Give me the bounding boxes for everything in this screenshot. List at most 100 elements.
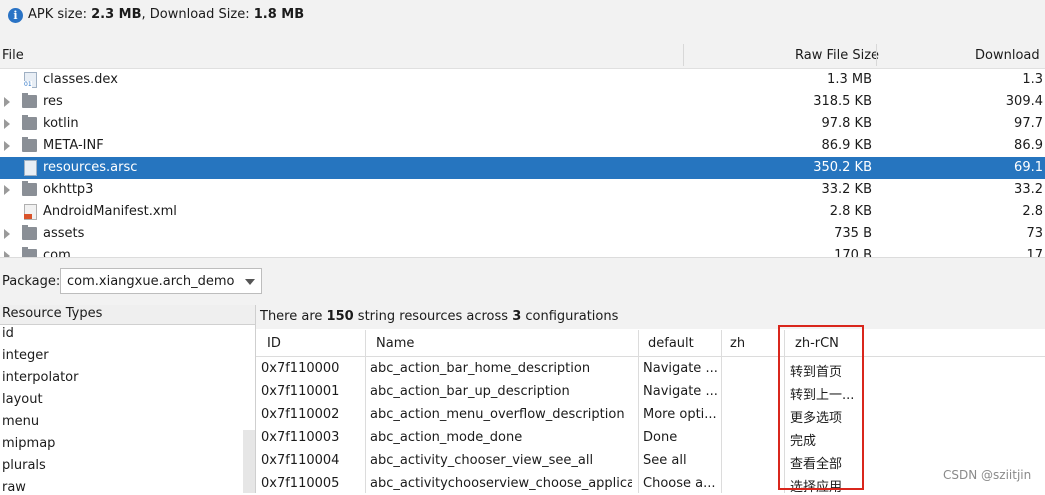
apk-size-label: APK size: — [28, 7, 92, 22]
table-row[interactable]: 0x7f110002 abc_action_menu_overflow_descr… — [256, 403, 1045, 426]
column-divider[interactable] — [683, 44, 684, 66]
file-name: META-INF — [43, 138, 104, 153]
dex-file-icon — [24, 72, 37, 88]
string-id: 0x7f110005 — [261, 476, 340, 491]
file-tree-row[interactable]: kotlin 97.8 KB 97.7 — [0, 113, 1045, 135]
raw-file-size: 170 B — [834, 248, 872, 257]
expand-arrow-icon[interactable] — [4, 141, 10, 151]
table-row[interactable]: 0x7f110005 abc_activitychooserview_choose… — [256, 472, 1045, 495]
resource-type-item[interactable]: menu — [2, 414, 39, 429]
string-name: abc_activity_chooser_view_see_all — [370, 453, 594, 468]
raw-file-size: 735 B — [834, 226, 872, 241]
column-header-zh[interactable]: zh — [730, 336, 745, 351]
info-icon: i — [8, 8, 23, 23]
expand-arrow-icon[interactable] — [4, 185, 10, 195]
resource-type-item[interactable]: mipmap — [2, 436, 55, 451]
package-dropdown-value[interactable]: com.xiangxue.arch_demo — [67, 274, 235, 289]
file-name: com — [43, 248, 71, 257]
folder-icon — [22, 181, 37, 196]
file-name: assets — [43, 226, 85, 241]
column-header-download[interactable]: Download — [975, 48, 1040, 63]
column-header-file[interactable]: File — [2, 48, 24, 63]
download-size-value: 1.8 MB — [253, 7, 305, 22]
file-name: okhttp3 — [43, 182, 94, 197]
string-resources-summary: There are 150 string resources across 3 … — [260, 309, 618, 324]
resource-type-item[interactable]: plurals — [2, 458, 46, 473]
scrollbar[interactable] — [243, 430, 255, 493]
apk-size-summary: APK size: 2.3 MB, Download Size: 1.8 MB — [28, 7, 304, 22]
folder-icon — [22, 225, 37, 240]
table-row[interactable]: 0x7f110001 abc_action_bar_up_description N… — [256, 380, 1045, 403]
string-id: 0x7f110004 — [261, 453, 340, 468]
download-size: 33.2 — [1014, 182, 1043, 197]
file-tree-row[interactable]: okhttp3 33.2 KB 33.2 — [0, 179, 1045, 201]
download-size: 17 — [1026, 248, 1043, 257]
file-tree-row[interactable]: res 318.5 KB 309.4 — [0, 91, 1045, 113]
string-name: abc_action_bar_up_description — [370, 384, 570, 399]
raw-file-size: 97.8 KB — [821, 116, 872, 131]
summary-text: There are — [260, 309, 327, 324]
download-size-label: , Download Size: — [141, 7, 254, 22]
expand-arrow-icon[interactable] — [4, 97, 10, 107]
table-row[interactable]: 0x7f110000 abc_action_bar_home_descriptio… — [256, 357, 1045, 380]
package-label: Package: — [2, 274, 61, 289]
file-name: AndroidManifest.xml — [43, 204, 177, 219]
file-tree-row[interactable]: resources.arsc 350.2 KB 69.1 — [0, 157, 1045, 179]
highlight-box — [778, 325, 864, 490]
file-tree: classes.dex 1.3 MB 1.3 res 318.5 KB 309.4 kotl… — [0, 69, 1045, 257]
configuration-count: 3 — [512, 309, 522, 324]
resource-type-item[interactable]: layout — [2, 392, 43, 407]
column-header-raw-file-size[interactable]: Raw File Size — [795, 48, 879, 63]
download-size: 2.8 — [1022, 204, 1043, 219]
expand-arrow-icon[interactable] — [4, 119, 10, 129]
column-header-id[interactable]: ID — [267, 336, 281, 351]
string-id: 0x7f110001 — [261, 384, 340, 399]
folder-icon — [22, 247, 37, 257]
download-size: 69.1 — [1014, 160, 1043, 175]
default-value: Choose a... — [643, 476, 716, 491]
table-row[interactable]: 0x7f110004 abc_activity_chooser_view_see_… — [256, 449, 1045, 472]
file-tree-row[interactable]: classes.dex 1.3 MB 1.3 — [0, 69, 1045, 91]
column-header-name[interactable]: Name — [376, 336, 414, 351]
raw-file-size: 318.5 KB — [813, 94, 872, 109]
file-tree-row[interactable]: AndroidManifest.xml 2.8 KB 2.8 — [0, 201, 1045, 223]
summary-text: configurations — [521, 309, 619, 324]
default-value: See all — [643, 453, 687, 468]
download-size: 97.7 — [1014, 116, 1043, 131]
column-header-default[interactable]: default — [648, 336, 694, 351]
file-icon — [24, 160, 37, 176]
file-tree-row[interactable]: assets 735 B 73 — [0, 223, 1045, 245]
file-name: kotlin — [43, 116, 79, 131]
resource-type-item[interactable]: interpolator — [2, 370, 78, 385]
download-size: 86.9 — [1014, 138, 1043, 153]
folder-icon — [22, 93, 37, 108]
file-tree-header — [0, 42, 1045, 69]
chevron-down-icon[interactable] — [245, 279, 255, 285]
file-name: classes.dex — [43, 72, 118, 87]
folder-icon — [22, 115, 37, 130]
resource-type-item[interactable]: integer — [2, 348, 49, 363]
table-row[interactable]: 0x7f110003 abc_action_mode_done Done 完成 — [256, 426, 1045, 449]
string-id: 0x7f110003 — [261, 430, 340, 445]
summary-text: string resources across — [353, 309, 513, 324]
download-size: 1.3 — [1022, 72, 1043, 87]
resource-types-title: Resource Types — [2, 306, 103, 321]
default-value: Done — [643, 430, 678, 445]
file-tree-row[interactable]: META-INF 86.9 KB 86.9 — [0, 135, 1045, 157]
string-name: abc_action_menu_overflow_description — [370, 407, 625, 422]
file-tree-row[interactable]: com 170 B 17 — [0, 245, 1045, 257]
string-name: abc_activitychooserview_choose_applica..… — [370, 476, 632, 491]
resource-count: 150 — [326, 309, 354, 324]
raw-file-size: 1.3 MB — [827, 72, 872, 87]
resource-type-item[interactable]: id — [2, 326, 14, 341]
raw-file-size: 2.8 KB — [829, 204, 872, 219]
raw-file-size: 350.2 KB — [813, 160, 872, 175]
string-id: 0x7f110002 — [261, 407, 340, 422]
column-divider[interactable] — [876, 44, 877, 66]
file-name: res — [43, 94, 63, 109]
file-name: resources.arsc — [43, 160, 138, 175]
raw-file-size: 33.2 KB — [821, 182, 872, 197]
raw-file-size: 86.9 KB — [821, 138, 872, 153]
xml-file-icon — [24, 204, 37, 220]
expand-arrow-icon[interactable] — [4, 229, 10, 239]
